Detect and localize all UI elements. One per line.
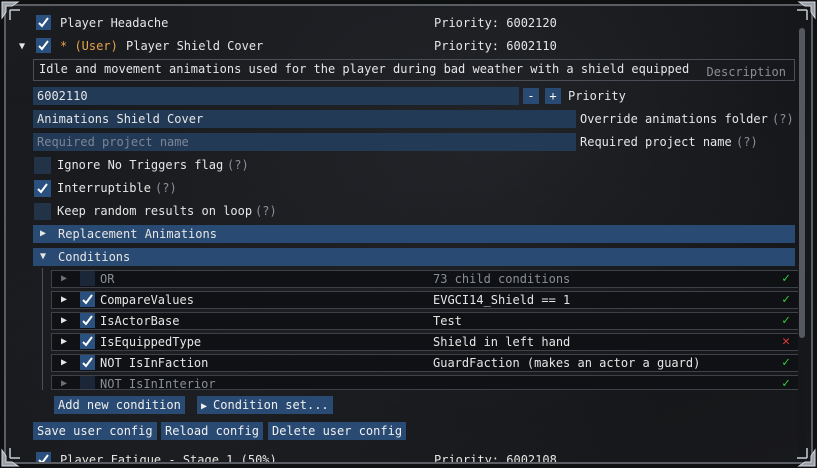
- condition-name: IsEquippedType: [100, 335, 202, 349]
- description-text: Idle and movement animations used for th…: [39, 62, 690, 76]
- condition-checkbox[interactable]: [80, 334, 95, 349]
- condition-ok-icon: ✓: [782, 292, 790, 307]
- save-user-config-button[interactable]: Save user config: [33, 422, 157, 440]
- ignore-no-triggers-checkbox[interactable]: [34, 157, 51, 174]
- corner-ornament-icon: [1, 448, 20, 467]
- delete-user-config-button[interactable]: Delete user config: [268, 422, 407, 440]
- keep-random-help[interactable]: (?): [255, 204, 277, 218]
- entry-priority: Priority: 6002108: [434, 453, 557, 464]
- interruptible-checkbox[interactable]: [34, 180, 51, 197]
- condition-checkbox[interactable]: [80, 376, 95, 389]
- condition-row[interactable]: ▶ OR 73 child conditions ✓: [51, 270, 799, 288]
- interruptible-label: Interruptible: [57, 181, 151, 195]
- condition-ok-icon: ✓: [782, 271, 790, 286]
- entry-shield-cover-checkbox[interactable]: [36, 38, 51, 53]
- condition-value: 73 child conditions: [433, 272, 571, 286]
- expand-arrow-icon[interactable]: ▶: [61, 315, 67, 327]
- condition-set-button[interactable]: ▶ Condition set...: [197, 396, 333, 414]
- description-label: Description: [706, 65, 786, 79]
- conditions-header[interactable]: ▼ Conditions: [33, 248, 795, 266]
- project-name-help[interactable]: (?): [736, 135, 758, 149]
- priority-label: Priority: [568, 89, 626, 103]
- condition-row[interactable]: ▶ NOT IsInFaction GuardFaction (makes an…: [51, 354, 799, 372]
- priority-increment-button[interactable]: +: [545, 88, 561, 104]
- entry-name[interactable]: Player Fatigue - Stage 1 (50%): [60, 453, 277, 462]
- checkmark-icon: [82, 336, 93, 347]
- replacement-animations-header[interactable]: ▶ Replacement Animations: [33, 225, 795, 243]
- priority-input[interactable]: 6002110: [33, 87, 519, 105]
- corner-ornament-icon: [797, 1, 816, 20]
- expand-arrow-icon[interactable]: ▶: [61, 273, 67, 285]
- condition-row[interactable]: ▶ NOT IsInInterior ✓: [51, 375, 799, 391]
- play-arrow-icon: ▶: [201, 401, 214, 412]
- corner-ornament-icon: [1, 1, 20, 20]
- condition-row[interactable]: ▶ CompareValues EVGCI14_Shield == 1 ✓: [51, 291, 799, 309]
- condition-value: EVGCI14_Shield == 1: [433, 293, 571, 307]
- condition-checkbox[interactable]: [80, 355, 95, 370]
- collapsed-arrow-icon: ▶: [40, 228, 47, 239]
- keep-random-label: Keep random results on loop: [57, 204, 253, 218]
- priority-decrement-button[interactable]: -: [523, 88, 539, 104]
- reload-config-button[interactable]: Reload config: [161, 422, 263, 440]
- project-name-input[interactable]: Required project name: [33, 133, 576, 151]
- entry-name[interactable]: Player Shield Cover: [126, 39, 263, 53]
- condition-row[interactable]: ▶ IsActorBase Test ✓: [51, 312, 799, 330]
- condition-name: IsActorBase: [100, 314, 180, 328]
- checkmark-icon: [82, 357, 93, 368]
- expand-arrow-icon[interactable]: ▶: [61, 378, 67, 390]
- condition-ok-icon: ✓: [782, 355, 790, 370]
- open-animation-replacer-window: Player Headache Priority: 6002120 ▼ * (U…: [4, 4, 813, 464]
- corner-ornament-icon: [797, 448, 816, 467]
- condition-checkbox[interactable]: [80, 271, 95, 286]
- override-folder-input[interactable]: Animations Shield Cover: [33, 110, 576, 128]
- keep-random-checkbox[interactable]: [34, 203, 51, 220]
- interruptible-help[interactable]: (?): [155, 181, 177, 195]
- entry-priority: Priority: 6002110: [434, 39, 557, 53]
- project-name-label: Required project name: [580, 135, 732, 149]
- ignore-no-triggers-help[interactable]: (?): [227, 158, 249, 172]
- override-folder-label: Override animations folder: [580, 112, 768, 126]
- add-new-condition-button[interactable]: Add new condition: [54, 396, 185, 414]
- conditions-label: Conditions: [58, 250, 131, 264]
- entry-headache-checkbox[interactable]: [36, 15, 51, 30]
- condition-value: GuardFaction (makes an actor a guard): [433, 356, 701, 370]
- override-folder-help[interactable]: (?): [772, 112, 794, 126]
- entry-fatigue-checkbox[interactable]: [36, 452, 51, 462]
- condition-ok-icon: ✓: [782, 313, 790, 328]
- checkmark-icon: [37, 183, 48, 194]
- expand-arrow-icon[interactable]: ▶: [61, 357, 67, 369]
- condition-name: NOT IsInInterior: [100, 377, 216, 391]
- condition-name: OR: [100, 272, 115, 286]
- condition-name: CompareValues: [100, 293, 194, 307]
- condition-value: Test: [433, 314, 462, 328]
- expand-arrow-icon[interactable]: ▼: [19, 41, 25, 53]
- scrollbar-track[interactable]: [798, 14, 806, 458]
- scrollbar-thumb[interactable]: [799, 28, 805, 338]
- condition-name: NOT IsInFaction: [100, 356, 209, 370]
- condition-row[interactable]: ▶ IsEquippedType Shield in left hand ✕: [51, 333, 799, 351]
- condition-checkbox[interactable]: [80, 313, 95, 328]
- expand-arrow-icon[interactable]: ▶: [61, 294, 67, 306]
- description-field[interactable]: Idle and movement animations used for th…: [33, 59, 795, 81]
- entry-name[interactable]: Player Headache: [60, 16, 168, 30]
- ignore-no-triggers-label: Ignore No Triggers flag: [57, 158, 224, 172]
- checkmark-icon: [82, 294, 93, 305]
- expanded-arrow-icon: ▼: [40, 251, 47, 262]
- checkmark-icon: [38, 17, 49, 28]
- condition-checkbox[interactable]: [80, 292, 95, 307]
- condition-value: Shield in left hand: [433, 335, 571, 349]
- entry-priority: Priority: 6002120: [434, 16, 557, 30]
- replacement-animations-label: Replacement Animations: [58, 227, 217, 241]
- condition-fail-icon: ✕: [782, 334, 790, 349]
- condition-set-label: Condition set...: [213, 398, 329, 412]
- checkmark-icon: [82, 315, 93, 326]
- condition-ok-icon: ✓: [782, 376, 790, 391]
- user-prefix: * (User): [60, 39, 118, 53]
- checkmark-icon: [38, 40, 49, 51]
- checkmark-icon: [38, 454, 49, 462]
- expand-arrow-icon[interactable]: ▶: [61, 336, 67, 348]
- tree-guide-line: [42, 268, 43, 390]
